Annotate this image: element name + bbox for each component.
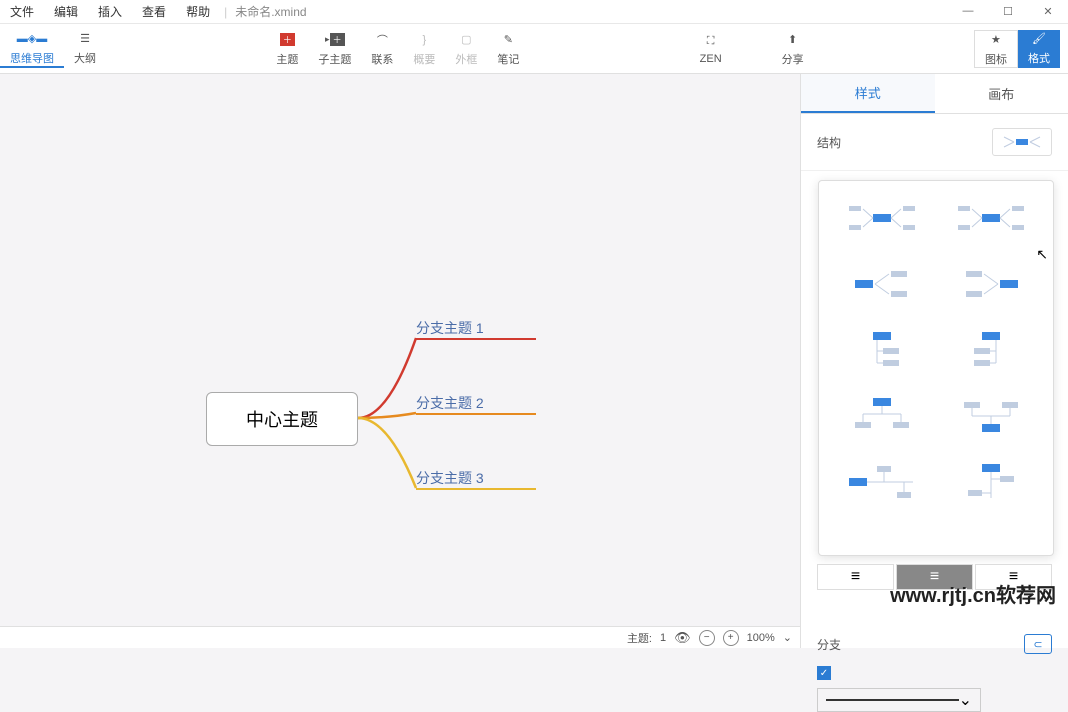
zoom-in-button[interactable]: + [723,630,739,646]
structure-option-logic-right[interactable] [831,259,932,309]
menu-view[interactable]: 查看 [132,3,176,20]
tab-canvas[interactable]: 画布 [935,74,1068,113]
structure-section: 结构 [801,114,1068,171]
boundary-icon: ▢ [461,31,471,49]
line-preview [826,699,959,701]
topic-count-value: 1 [660,632,666,644]
format-label: 格式 [1028,50,1050,66]
structure-option-tree-left[interactable] [940,325,1041,375]
subtopic-icon: ▸＋ [325,31,345,49]
subtopic-button[interactable]: ▸＋ 子主题 [308,31,361,67]
summary-icon: } [422,31,426,49]
view-mindmap-button[interactable]: ▬◈▬ 思维导图 [0,30,64,68]
brush-icon: 🖌 [1032,30,1046,48]
zoom-dropdown-icon[interactable]: ⌄ [783,631,792,644]
close-button[interactable]: ✕ [1028,5,1068,18]
panel-tabs: 样式 画布 [801,74,1068,114]
branch-section: 分支 ⊂ [817,634,1052,654]
menu-help[interactable]: 帮助 [176,3,220,20]
notes-label: 笔记 [497,51,519,67]
statusbar: 主题: 1 👁 − + 100% ⌄ [0,626,800,648]
branch-checkbox[interactable]: ✓ [817,666,831,680]
maximize-button[interactable]: ☐ [988,5,1028,18]
menu-insert[interactable]: 插入 [88,3,132,20]
branch-connectors [358,318,418,498]
view-mindmap-label: 思维导图 [10,50,54,66]
share-label: 分享 [782,51,804,67]
subtopic-label: 子主题 [318,51,351,67]
central-topic[interactable]: 中心主题 [206,392,358,446]
notes-icon: ✎ [504,31,513,49]
line-style-dropdown[interactable] [817,688,981,712]
branch-topic-2[interactable]: 分支主题 2 [416,393,484,413]
structure-option-balance-clockwise[interactable] [940,193,1041,243]
mouse-cursor-icon: ↖ [1036,246,1048,263]
relationship-icon: ⌒ [377,31,388,49]
view-outline-button[interactable]: ☰ 大纲 [64,30,106,68]
boundary-label: 外框 [455,51,477,67]
document-title: 未命名.xmind [235,3,306,20]
branch-topic-1[interactable]: 分支主题 1 [416,318,484,338]
menu-divider: | [224,5,227,19]
summary-label: 概要 [413,51,435,67]
topic-button[interactable]: ＋ 主题 [266,31,308,67]
structure-label: 结构 [817,134,841,151]
structure-option-tree-right[interactable] [831,325,932,375]
share-button[interactable]: ⬆ 分享 [772,31,814,67]
format-panel: 样式 画布 结构 ≡ ≡ ≡ 分支 ⊂ ✓ [800,74,1068,648]
visibility-icon[interactable]: 👁 [674,630,691,646]
topic-icon: ＋ [280,31,295,49]
minimize-button[interactable]: — [948,5,988,18]
notes-button[interactable]: ✎ 笔记 [487,31,529,67]
window-controls: — ☐ ✕ [948,5,1068,18]
summary-button[interactable]: } 概要 [403,31,445,67]
topic-count-label: 主题: [627,630,652,646]
structure-option-logic-left[interactable] [940,259,1041,309]
icons-label: 图标 [985,51,1007,67]
structure-option-org-up[interactable] [940,391,1041,441]
branch-underline-1 [416,338,536,340]
canvas[interactable]: 中心主题 分支主题 1 分支主题 2 分支主题 3 [0,74,800,626]
structure-option-org-down[interactable] [831,391,932,441]
structure-selector[interactable] [992,128,1052,156]
zen-button[interactable]: ⛶ ZEN [690,33,732,65]
zen-icon: ⛶ [707,33,715,51]
titlebar: 文件 编辑 插入 查看 帮助 | 未命名.xmind — ☐ ✕ [0,0,1068,24]
icons-button[interactable]: ★ 图标 [974,30,1018,68]
relationship-label: 联系 [371,51,393,67]
outline-icon: ☰ [80,30,90,48]
toolbar: ▬◈▬ 思维导图 ☰ 大纲 ＋ 主题 ▸＋ 子主题 ⌒ 联系 } 概要 ▢ 外框 [0,24,1068,74]
boundary-button[interactable]: ▢ 外框 [445,31,487,67]
view-outline-label: 大纲 [74,50,96,66]
zoom-level[interactable]: 100% [747,632,775,644]
tab-style[interactable]: 样式 [801,74,935,113]
branch-style-toggle[interactable]: ⊂ [1024,634,1052,654]
structure-option-timeline-v[interactable] [940,457,1041,507]
branch-underline-2 [416,413,536,415]
zoom-out-button[interactable]: − [699,630,715,646]
mindmap-icon: ▬◈▬ [17,30,47,48]
relationship-button[interactable]: ⌒ 联系 [361,31,403,67]
menu-file[interactable]: 文件 [0,3,44,20]
branch-topic-3[interactable]: 分支主题 3 [416,468,484,488]
menu-edit[interactable]: 编辑 [44,3,88,20]
structure-option-timeline-h[interactable] [831,457,932,507]
branch-underline-3 [416,488,536,490]
star-icon: ★ [991,31,1001,49]
structure-popup [818,180,1054,556]
share-icon: ⬆ [788,31,797,49]
structure-option-balance[interactable] [831,193,932,243]
align-left-button[interactable]: ≡ [817,564,894,590]
branch-label: 分支 [817,636,841,653]
zen-label: ZEN [700,53,722,65]
topic-label: 主题 [276,51,298,67]
format-button[interactable]: 🖌 格式 [1018,30,1060,68]
watermark: www.rjtj.cn软荐网 [890,579,1056,608]
